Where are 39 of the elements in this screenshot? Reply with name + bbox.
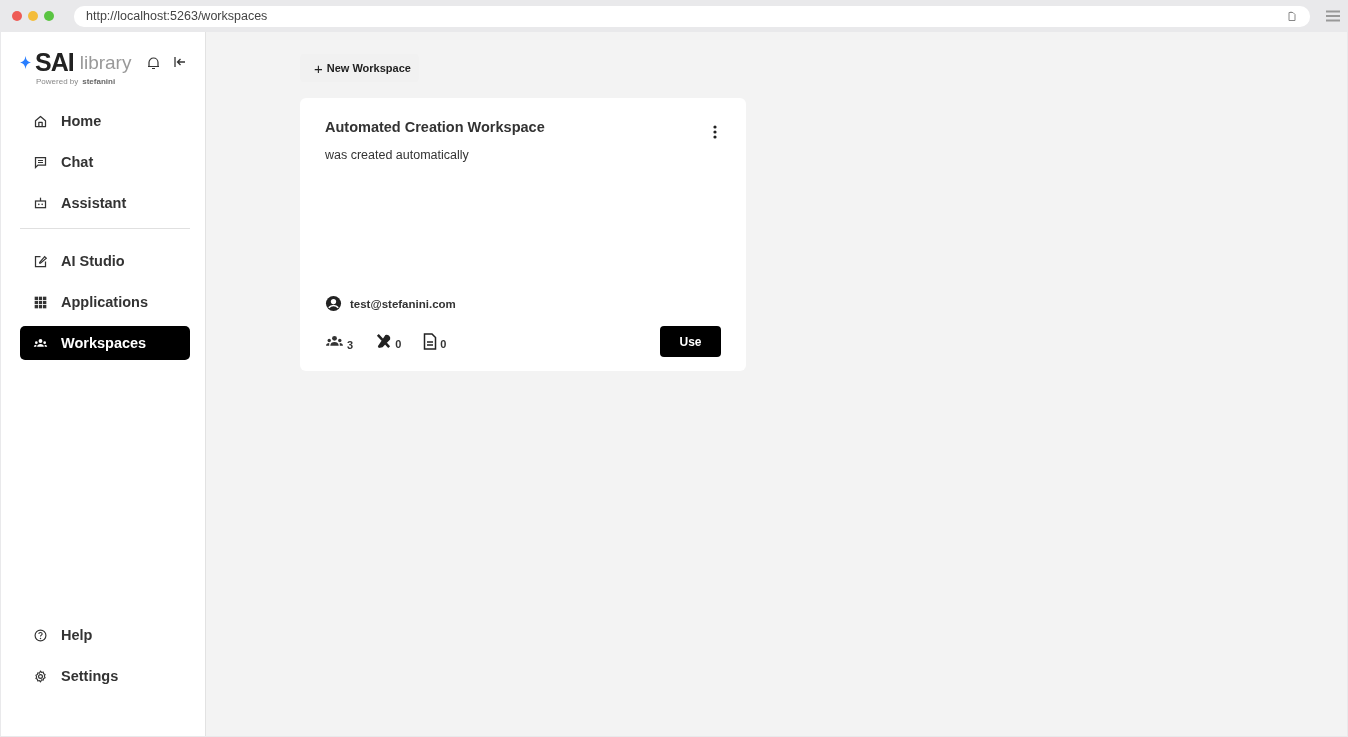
collapse-sidebar-icon[interactable] — [174, 56, 187, 68]
copy-icon[interactable] — [1287, 10, 1298, 22]
sparkle-icon — [20, 56, 31, 69]
workspace-title: Automated Creation Workspace — [325, 119, 545, 135]
edit-icon — [33, 253, 48, 269]
user-icon — [325, 295, 342, 312]
document-icon — [423, 333, 438, 350]
powered-by-text: Powered by — [36, 77, 79, 86]
brand-name: SAI — [35, 48, 74, 77]
nav-item[interactable]: AI Studio — [20, 244, 190, 278]
settings-icon — [33, 668, 48, 684]
bell-icon[interactable] — [147, 56, 161, 70]
company-name: stefanini — [82, 77, 116, 86]
workspace-description: was created automatically — [325, 148, 470, 162]
nav-item[interactable]: Settings — [20, 659, 190, 693]
nav-item[interactable]: Applications — [20, 285, 190, 319]
maximize-window-dot[interactable] — [44, 11, 54, 21]
address-bar[interactable]: http://localhost:5263/workspaces — [74, 5, 1310, 27]
home-icon — [33, 113, 48, 129]
tool-count: 0 — [395, 338, 402, 350]
document-count: 0 — [440, 338, 447, 350]
member-count: 3 — [347, 339, 354, 351]
nav-item[interactable]: Chat — [20, 145, 190, 179]
close-window-dot[interactable] — [12, 11, 22, 21]
nav-item[interactable]: Home — [20, 104, 190, 138]
use-button[interactable]: Use — [660, 326, 721, 357]
menu-icon[interactable] — [1326, 10, 1340, 22]
robot-icon — [33, 195, 48, 211]
help-icon — [33, 627, 48, 643]
chat-icon — [33, 154, 48, 170]
product-name: library — [79, 51, 132, 74]
nav-item[interactable]: Help — [20, 618, 190, 652]
minimize-window-dot[interactable] — [28, 11, 38, 21]
tools-icon — [375, 333, 393, 350]
more-options-icon[interactable] — [713, 125, 717, 139]
grid-icon — [33, 294, 48, 310]
nav-item[interactable]: Workspaces — [20, 326, 190, 360]
owner-email: test@stefanini.com — [350, 297, 456, 310]
nav-item[interactable]: Assistant — [20, 186, 190, 220]
